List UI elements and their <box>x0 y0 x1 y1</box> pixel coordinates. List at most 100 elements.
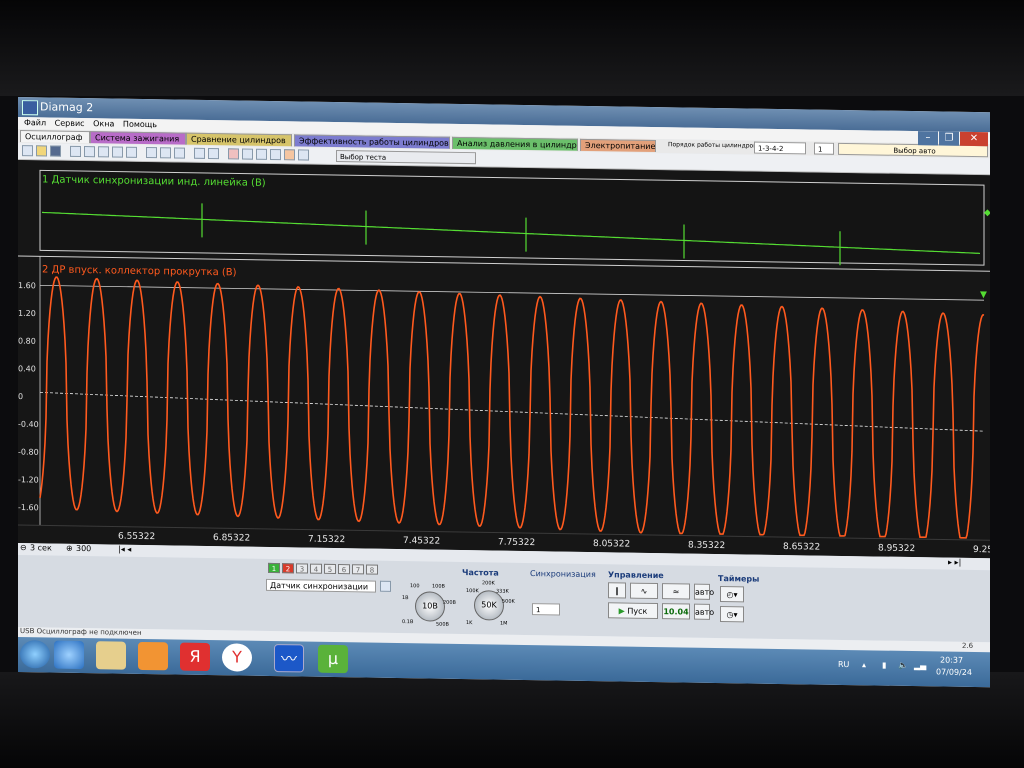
tray-network-icon[interactable]: ▂▄ <box>914 661 926 670</box>
yandex-icon[interactable]: Я <box>180 642 210 672</box>
channel-button-8[interactable]: 8 <box>366 564 378 575</box>
test-select-label: Выбор теста <box>340 153 387 162</box>
maximize-button[interactable]: ❐ <box>939 131 959 146</box>
control-title: Управление <box>608 570 664 581</box>
x-tick-label: 7.75322 <box>498 538 535 549</box>
tab-pressure-analysis[interactable]: Анализ давления в цилиндрах <box>452 136 578 151</box>
zoom-in-icon[interactable]: ⊕ <box>66 544 73 553</box>
save-icon[interactable] <box>50 145 61 157</box>
screen: Diamag 2 Файл Сервис Окна Помощь Осцилло… <box>18 97 990 688</box>
menu-item-service[interactable]: Сервис <box>55 119 85 128</box>
new-file-icon[interactable] <box>22 145 33 157</box>
channel-select[interactable]: Датчик синхронизации <box>266 578 376 593</box>
x-tick-label: 6.55322 <box>118 532 155 543</box>
timer-2-button[interactable]: ◷▾ <box>720 606 744 623</box>
cylinder-order-select[interactable]: 1-3-4-2 <box>754 141 806 155</box>
yandex-browser-icon[interactable]: Y <box>222 643 252 672</box>
close-button[interactable]: ✕ <box>960 131 988 147</box>
sync-select[interactable]: 1 <box>532 603 560 616</box>
x-tick-label: 8.35322 <box>688 541 725 552</box>
nav-first-icon[interactable]: |◂ ◂ <box>118 545 131 554</box>
internet-explorer-icon[interactable] <box>54 640 84 670</box>
y-tick-label: 1.60 <box>18 281 36 290</box>
x-tick-label: 8.05322 <box>593 539 630 550</box>
frequency-title: Частота <box>462 567 499 578</box>
wave-icon[interactable] <box>160 147 171 159</box>
y-tick-label: 0 <box>18 392 23 401</box>
channel-button-2[interactable]: 2 <box>282 563 294 574</box>
noise-mode-button[interactable]: ≈ <box>662 583 690 600</box>
tray-time[interactable]: 20:37 <box>940 655 963 664</box>
tab-oscilloscope[interactable]: Осциллограф <box>20 130 90 144</box>
x-tick-label: 6.85322 <box>213 533 250 544</box>
voltage-knob[interactable]: 10В <box>415 591 445 622</box>
points-value[interactable]: 300 <box>76 544 91 553</box>
menu-item-help[interactable]: Помощь <box>123 120 157 130</box>
auto-button-2[interactable]: авто <box>694 603 714 620</box>
measure-icon[interactable] <box>146 147 157 159</box>
frequency-knob[interactable]: 50K <box>474 590 504 621</box>
timer-1-button[interactable]: ◴▾ <box>720 586 744 603</box>
tray-volume-icon[interactable]: 🔈 <box>898 661 908 670</box>
tray-date[interactable]: 07/09/24 <box>936 667 972 677</box>
media-player-icon[interactable] <box>138 641 168 671</box>
auto-button[interactable]: авто <box>694 583 714 600</box>
minimize-button[interactable]: – <box>918 131 938 146</box>
zoom-icon[interactable] <box>112 146 123 158</box>
cursor-icon[interactable] <box>84 146 95 158</box>
sweep-value[interactable]: 3 сек <box>30 543 52 552</box>
filter-icon[interactable] <box>228 148 239 160</box>
channel-button-3[interactable]: 3 <box>296 563 308 574</box>
channel-button-4[interactable]: 4 <box>310 563 322 574</box>
open-folder-icon[interactable] <box>36 145 47 157</box>
monitor-bezel-top <box>0 0 1024 96</box>
channel-settings-icon[interactable] <box>380 580 391 592</box>
channel-2-marker: ▼ <box>980 290 987 300</box>
x-tick-label: 7.45322 <box>403 536 440 547</box>
flag-icon[interactable] <box>284 149 295 161</box>
table-icon[interactable] <box>242 148 253 160</box>
test-select[interactable]: Выбор теста <box>336 149 476 165</box>
hand-icon[interactable] <box>98 146 109 158</box>
tray-language[interactable]: RU <box>838 660 849 669</box>
zoom-out-icon[interactable]: ⊖ <box>20 543 27 552</box>
channel-button-5[interactable]: 5 <box>324 563 336 574</box>
y-tick-label: 0.40 <box>18 364 36 373</box>
pause-button[interactable]: ‖ <box>608 582 626 599</box>
cylinder-count-select[interactable]: 1 <box>814 142 834 155</box>
print-icon[interactable] <box>126 146 137 158</box>
refresh-icon[interactable] <box>70 145 81 157</box>
y-tick-label: -1.60 <box>18 503 39 512</box>
start-value: 10.04 <box>662 603 690 620</box>
menu-item-file[interactable]: Файл <box>24 118 46 127</box>
menu-item-windows[interactable]: Окна <box>93 119 114 128</box>
tab-power[interactable]: Электропитание <box>580 138 656 153</box>
window-title: Diamag 2 <box>40 100 94 115</box>
x-tick-label: 7.15322 <box>308 535 345 546</box>
channel-button-1[interactable]: 1 <box>268 562 280 574</box>
tab-cylinder-compare[interactable]: Сравнение цилиндров <box>186 132 292 147</box>
oscilloscope-plot[interactable]: 1 Датчик синхронизации инд. линейка (В) … <box>18 160 990 559</box>
utorrent-icon[interactable]: µ <box>318 644 348 674</box>
start-button[interactable]: ▶ Пуск <box>608 602 658 620</box>
channel-button-6[interactable]: 6 <box>338 564 350 575</box>
scale-icon[interactable] <box>208 147 219 160</box>
auto-scale-icon[interactable] <box>194 147 205 159</box>
start-button-icon[interactable] <box>20 640 50 669</box>
markers-icon[interactable] <box>174 147 185 159</box>
channel-button-7[interactable]: 7 <box>352 564 364 575</box>
page-icon[interactable] <box>298 149 309 161</box>
status-right: 2.6 <box>962 641 974 651</box>
file-explorer-icon[interactable] <box>96 641 126 670</box>
tray-arrow-icon[interactable]: ▴ <box>862 660 866 669</box>
nav-last-icon[interactable]: ▸ ▸| <box>948 558 961 567</box>
tab-cylinder-efficiency[interactable]: Эффективность работы цилиндров <box>294 134 450 149</box>
diamag-app-icon[interactable]: 〰 <box>274 644 304 673</box>
sine-mode-button[interactable]: ∿ <box>630 582 658 600</box>
y-tick-label: 1.20 <box>18 309 36 318</box>
split-icon[interactable] <box>256 148 267 160</box>
sync-title: Синхронизация <box>530 569 596 580</box>
tab-ignition[interactable]: Система зажигания <box>90 131 186 145</box>
tray-battery-icon[interactable]: ▮ <box>882 661 886 670</box>
grid-icon[interactable] <box>270 148 281 161</box>
